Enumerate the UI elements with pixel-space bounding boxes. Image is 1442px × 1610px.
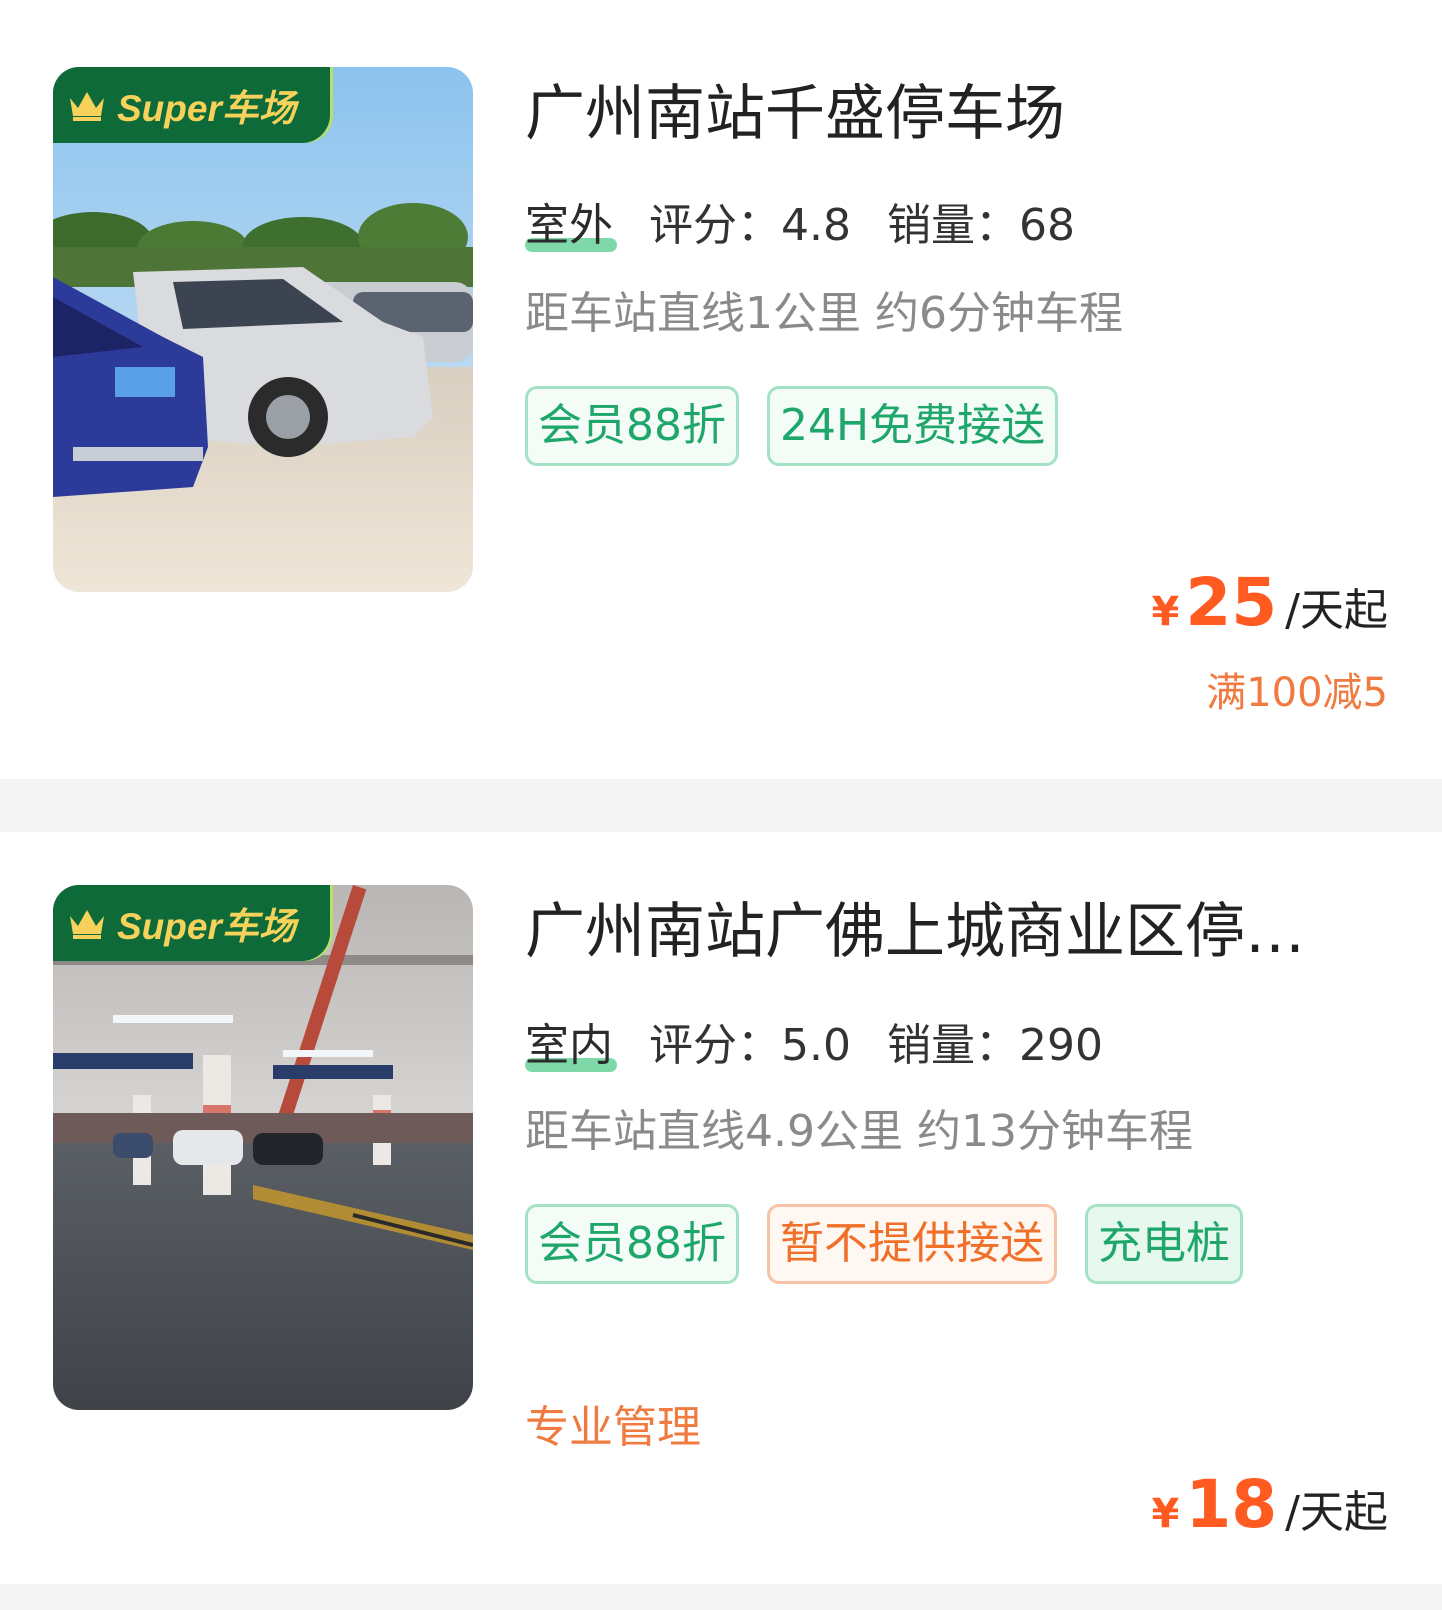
badge-label: Super车场 — [117, 906, 296, 947]
promo-text: 满100减5 — [1206, 670, 1388, 716]
management-text: 专业管理 — [525, 1402, 701, 1453]
super-parking-badge: Super车场 — [53, 67, 330, 143]
super-parking-badge: Super车场 — [53, 885, 330, 961]
environment-text: 室外 — [525, 200, 613, 251]
price-amount: 25 — [1185, 564, 1278, 641]
price-amount: 18 — [1185, 1466, 1278, 1543]
currency-symbol: ¥ — [1151, 589, 1180, 635]
tag-shuttle: 24H免费接送 — [767, 386, 1059, 466]
sales-text: 销量：290 — [886, 1020, 1103, 1071]
badge-label: Super车场 — [117, 88, 296, 129]
parking-card[interactable]: Super车场 广州南站千盛停车场 室外 评分：4.8 销量：68 距车站直线1公… — [0, 0, 1442, 779]
environment-label: 室外 — [525, 198, 617, 254]
price: ¥25/天起 — [1151, 568, 1388, 655]
underground-garage-photo — [53, 885, 473, 1410]
sales-text: 销量：68 — [886, 200, 1075, 251]
environment-text: 室内 — [525, 1020, 613, 1071]
price: ¥18/天起 — [1151, 1470, 1388, 1557]
tag-member-discount: 会员88折 — [525, 386, 739, 466]
outdoor-parking-lot-photo — [53, 67, 473, 592]
environment-label: 室内 — [525, 1018, 617, 1074]
parking-meta: 室内 评分：5.0 销量：290 — [525, 1018, 1139, 1074]
crown-icon — [70, 910, 104, 939]
crown-icon — [70, 92, 104, 121]
tag-member-discount: 会员88折 — [525, 1204, 739, 1284]
parking-title[interactable]: 广州南站广佛上城商业区停… — [525, 896, 1315, 968]
tag-charging-pile: 充电桩 — [1085, 1204, 1243, 1284]
rating-text: 评分：4.8 — [649, 200, 851, 251]
parking-title[interactable]: 广州南站千盛停车场 — [525, 78, 1315, 150]
tag-list: 会员88折 24H免费接送 — [525, 386, 1365, 494]
price-unit: /天起 — [1285, 585, 1388, 636]
tag-list: 会员88折 暂不提供接送 充电桩 — [525, 1204, 1365, 1312]
price-unit: /天起 — [1285, 1487, 1388, 1538]
parking-meta: 室外 评分：4.8 销量：68 — [525, 198, 1111, 254]
tag-no-shuttle: 暂不提供接送 — [767, 1204, 1057, 1284]
parking-card[interactable]: Super车场 广州南站广佛上城商业区停… 室内 评分：5.0 销量：290 距车… — [0, 832, 1442, 1584]
currency-symbol: ¥ — [1151, 1491, 1180, 1537]
parking-photo[interactable]: Super车场 — [53, 885, 473, 1410]
distance-text: 距车站直线1公里 约6分钟车程 — [525, 288, 1123, 339]
distance-text: 距车站直线4.9公里 约13分钟车程 — [525, 1106, 1193, 1157]
parking-photo[interactable]: Super车场 — [53, 67, 473, 592]
rating-text: 评分：5.0 — [649, 1020, 851, 1071]
parking-list: Super车场 广州南站千盛停车场 室外 评分：4.8 销量：68 距车站直线1公… — [0, 0, 1442, 1610]
